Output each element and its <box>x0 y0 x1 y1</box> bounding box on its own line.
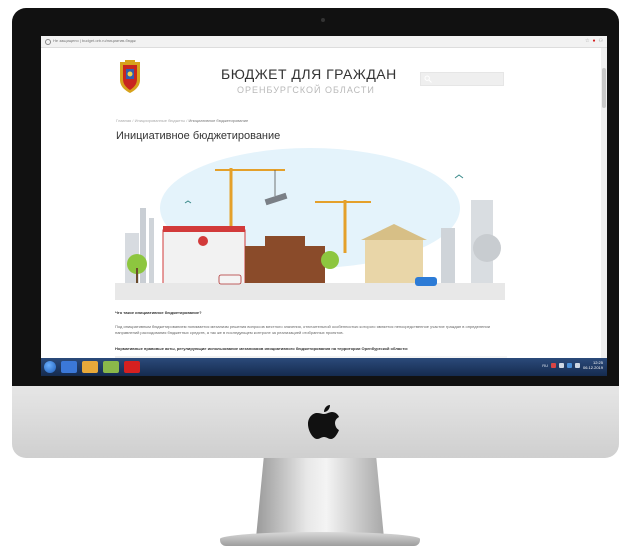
tray-volume-icon[interactable] <box>574 362 580 368</box>
system-tray: RU 12:25 06.12.2019 <box>542 360 603 370</box>
camera-icon <box>321 18 325 22</box>
coat-of-arms-icon <box>120 60 140 93</box>
language-indicator[interactable]: RU <box>542 363 548 368</box>
clock-date: 06.12.2019 <box>582 365 603 370</box>
url-text[interactable]: Не защищено | budget.orb.ru/нициатив-бюд… <box>53 38 136 43</box>
breadcrumb-separator: / <box>132 118 134 123</box>
search-input[interactable] <box>420 72 504 86</box>
breadcrumb-section[interactable]: Инициированные бюджеты <box>135 118 185 123</box>
taskbar-media-icon[interactable] <box>103 361 119 373</box>
taskbar-explorer-icon[interactable] <box>61 361 77 373</box>
monitor-stand-foot <box>220 532 420 546</box>
page-scrollbar[interactable] <box>601 48 607 358</box>
site-subtitle: ОРЕНБУРГСКОЙ ОБЛАСТИ <box>237 85 375 95</box>
browser-address-bar[interactable]: Не защищено | budget.orb.ru/нициатив-бюд… <box>41 36 607 48</box>
info-icon[interactable] <box>45 39 51 45</box>
scrollbar-thumb[interactable] <box>602 68 606 108</box>
description-paragraph: Под инициативным бюджетированием понимае… <box>115 324 490 335</box>
taskbar-opera-icon[interactable] <box>124 361 140 373</box>
web-page: БЮДЖЕТ ДЛЯ ГРАЖДАН ОРЕНБУРГСКОЙ ОБЛАСТИ … <box>41 48 601 358</box>
screen: Не защищено | budget.orb.ru/нициатив-бюд… <box>41 36 607 376</box>
page-title: Инициативное бюджетирование <box>116 130 281 142</box>
breadcrumb-current: Инициативное бюджетирование <box>188 118 249 123</box>
start-button-icon[interactable] <box>44 361 56 373</box>
legal-acts-heading: Нормативные правовые акты, регулирующие … <box>115 346 409 351</box>
question-heading: Что такое инициативное бюджетирование? <box>115 310 202 315</box>
monitor-stand <box>256 458 384 538</box>
taskbar-clock[interactable]: 12:25 06.12.2019 <box>583 360 603 370</box>
taskbar-folder-icon[interactable] <box>82 361 98 373</box>
breadcrumb-home[interactable]: Главная <box>116 118 131 123</box>
browser-actions: ☆ ● ⚇ <box>585 38 603 44</box>
opera-icon[interactable]: ● <box>592 38 595 44</box>
city-illustration <box>115 148 505 300</box>
star-icon[interactable]: ☆ <box>585 38 589 44</box>
tray-antivirus-icon[interactable] <box>550 362 556 368</box>
tray-network-icon[interactable] <box>558 362 564 368</box>
tray-app-icon[interactable] <box>566 362 572 368</box>
search-icon <box>424 75 432 83</box>
windows-taskbar: RU 12:25 06.12.2019 <box>41 358 607 376</box>
site-title[interactable]: БЮДЖЕТ ДЛЯ ГРАЖДАН <box>221 66 397 82</box>
imac-mockup: Не защищено | budget.orb.ru/нициатив-бюд… <box>0 0 633 556</box>
user-icon[interactable]: ⚇ <box>599 38 603 44</box>
breadcrumb: Главная / Инициированные бюджеты / Иници… <box>116 118 248 123</box>
apple-logo-icon <box>308 405 339 439</box>
